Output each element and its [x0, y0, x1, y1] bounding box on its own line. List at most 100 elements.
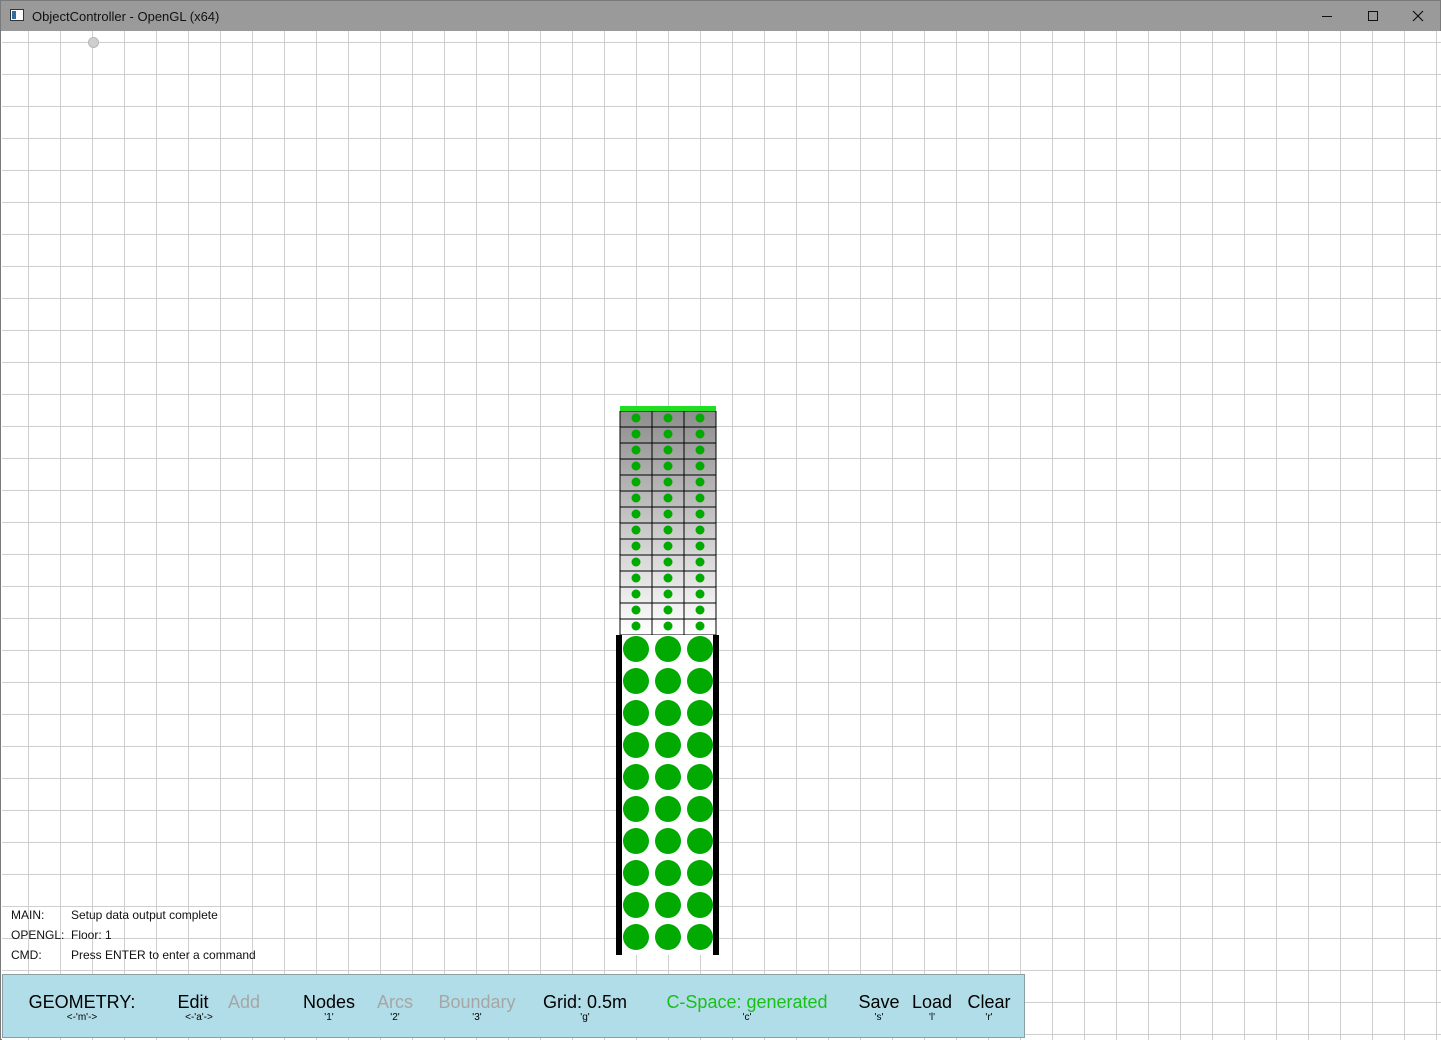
node-large[interactable] — [687, 828, 713, 854]
node-large[interactable] — [655, 636, 681, 662]
node-small[interactable] — [631, 509, 641, 519]
node-large[interactable] — [623, 924, 649, 950]
node-small[interactable] — [663, 461, 673, 471]
node-large[interactable] — [655, 732, 681, 758]
node-small[interactable] — [695, 461, 705, 471]
minimize-button[interactable] — [1304, 1, 1350, 31]
node-large[interactable] — [687, 796, 713, 822]
node-small[interactable] — [663, 541, 673, 551]
object-layout[interactable] — [2, 31, 1441, 1040]
edit-shortcut: <-'a'-> — [185, 1012, 213, 1023]
node-large[interactable] — [623, 892, 649, 918]
node-small[interactable] — [631, 525, 641, 535]
close-button[interactable] — [1395, 1, 1441, 31]
title-bar[interactable]: ObjectController - OpenGL (x64) — [1, 1, 1440, 31]
node-large[interactable] — [623, 764, 649, 790]
node-small[interactable] — [695, 413, 705, 423]
node-large[interactable] — [687, 668, 713, 694]
node-small[interactable] — [663, 493, 673, 503]
node-small[interactable] — [631, 413, 641, 423]
console-row: OPENGL: Floor: 1 — [11, 928, 256, 948]
node-small[interactable] — [631, 589, 641, 599]
node-large[interactable] — [623, 796, 649, 822]
node-small[interactable] — [695, 525, 705, 535]
grid-button[interactable]: Grid: 0.5m 'g' — [539, 991, 631, 1023]
edit-button[interactable]: Edit <-'a'-> — [173, 991, 213, 1023]
nodes-label: Nodes — [302, 992, 356, 1012]
node-small[interactable] — [631, 477, 641, 487]
geometry-mode-button[interactable]: GEOMETRY: <-'m'-> — [25, 991, 139, 1023]
clear-label: Clear — [967, 992, 1011, 1012]
node-small[interactable] — [631, 605, 641, 615]
maximize-button[interactable] — [1350, 1, 1396, 31]
node-small[interactable] — [695, 477, 705, 487]
node-large[interactable] — [687, 732, 713, 758]
node-large[interactable] — [655, 700, 681, 726]
node-small[interactable] — [695, 589, 705, 599]
save-label: Save — [858, 992, 900, 1012]
node-small[interactable] — [631, 573, 641, 583]
node-small[interactable] — [631, 429, 641, 439]
node-small[interactable] — [631, 461, 641, 471]
add-button[interactable]: Add — [224, 991, 264, 1013]
save-button[interactable]: Save 's' — [856, 991, 902, 1023]
node-large[interactable] — [655, 860, 681, 886]
node-small[interactable] — [695, 605, 705, 615]
clear-button[interactable]: Clear 'r' — [963, 991, 1015, 1023]
opengl-canvas[interactable]: MAIN: Setup data output complete OPENGL:… — [2, 31, 1441, 1040]
node-large[interactable] — [655, 924, 681, 950]
node-small[interactable] — [663, 573, 673, 583]
load-button[interactable]: Load 'l' — [909, 991, 955, 1023]
node-large[interactable] — [623, 668, 649, 694]
node-small[interactable] — [663, 557, 673, 567]
node-small[interactable] — [663, 525, 673, 535]
node-small[interactable] — [663, 605, 673, 615]
node-small[interactable] — [631, 557, 641, 567]
mode-label: GEOMETRY: — [28, 992, 136, 1012]
node-small[interactable] — [631, 445, 641, 455]
node-small[interactable] — [663, 429, 673, 439]
node-small[interactable] — [631, 493, 641, 503]
node-large[interactable] — [655, 668, 681, 694]
node-small[interactable] — [663, 445, 673, 455]
node-small[interactable] — [695, 541, 705, 551]
window-title: ObjectController - OpenGL (x64) — [32, 9, 220, 24]
node-small[interactable] — [695, 445, 705, 455]
console-value: Setup data output complete — [71, 908, 218, 922]
boundary-button[interactable]: Boundary '3' — [435, 991, 519, 1023]
nodes-shortcut: '1' — [324, 1012, 334, 1023]
node-small[interactable] — [631, 541, 641, 551]
node-small[interactable] — [663, 477, 673, 487]
node-small[interactable] — [631, 621, 641, 631]
cspace-top-bar — [620, 406, 716, 411]
node-small[interactable] — [663, 621, 673, 631]
node-small[interactable] — [695, 557, 705, 567]
node-large[interactable] — [623, 860, 649, 886]
node-small[interactable] — [695, 429, 705, 439]
node-large[interactable] — [687, 892, 713, 918]
node-small[interactable] — [663, 413, 673, 423]
nodes-button[interactable]: Nodes '1' — [299, 991, 359, 1023]
node-large[interactable] — [655, 764, 681, 790]
node-large[interactable] — [655, 828, 681, 854]
node-small[interactable] — [695, 493, 705, 503]
node-small[interactable] — [663, 509, 673, 519]
node-large[interactable] — [655, 796, 681, 822]
node-large[interactable] — [687, 764, 713, 790]
node-large[interactable] — [687, 700, 713, 726]
node-large[interactable] — [623, 636, 649, 662]
node-large[interactable] — [623, 828, 649, 854]
node-small[interactable] — [695, 509, 705, 519]
node-large[interactable] — [687, 636, 713, 662]
node-large[interactable] — [687, 924, 713, 950]
mode-toolbar: GEOMETRY: <-'m'-> Edit <-'a'-> Add Nodes… — [2, 974, 1025, 1038]
node-large[interactable] — [687, 860, 713, 886]
node-small[interactable] — [695, 621, 705, 631]
arcs-button[interactable]: Arcs '2' — [373, 991, 417, 1023]
node-large[interactable] — [623, 732, 649, 758]
cspace-button[interactable]: C-Space: generated 'c' — [659, 991, 835, 1023]
node-small[interactable] — [695, 573, 705, 583]
node-large[interactable] — [655, 892, 681, 918]
node-small[interactable] — [663, 589, 673, 599]
node-large[interactable] — [623, 700, 649, 726]
